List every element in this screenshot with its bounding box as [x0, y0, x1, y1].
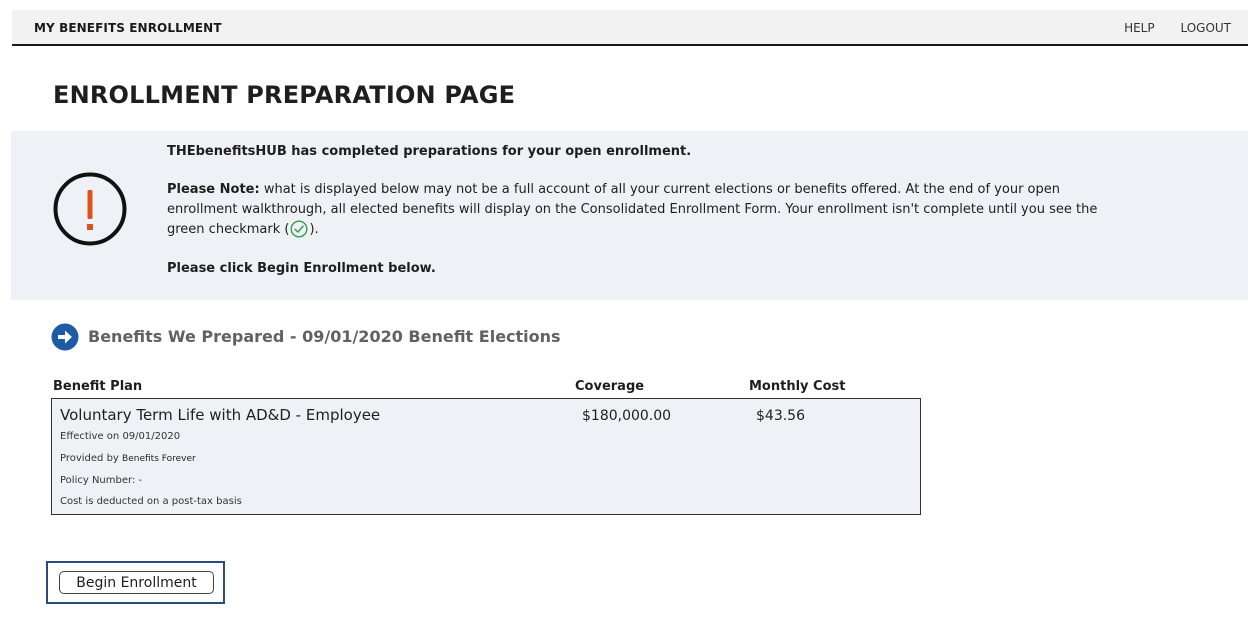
plan-monthly-cost: $43.56: [756, 408, 805, 424]
column-header-coverage: Coverage: [575, 379, 645, 394]
provider-name: Benefits Forever: [122, 454, 196, 464]
note-label: Please Note:: [167, 182, 260, 197]
column-header-benefit-plan: Benefit Plan: [53, 379, 143, 394]
notice-headline: THEbenefitsHUB has completed preparation…: [167, 144, 692, 159]
plan-name: Voluntary Term Life with AD&D - Employee: [60, 406, 381, 424]
app-title: MY BENEFITS ENROLLMENT: [34, 21, 222, 35]
warning-exclamation-icon: [53, 172, 127, 246]
benefit-plan-row: Voluntary Term Life with AD&D - Employee…: [51, 398, 921, 515]
note-suffix: ).: [309, 222, 319, 237]
top-bar: MY BENEFITS ENROLLMENT HELP LOGOUT: [12, 10, 1248, 46]
plan-provider: Provided by Benefits Forever: [60, 453, 196, 464]
section-title: Benefits We Prepared - 09/01/2020 Benefi…: [88, 327, 561, 346]
plan-effective-date: Effective on 09/01/2020: [60, 431, 181, 442]
page-title: ENROLLMENT PREPARATION PAGE: [53, 81, 516, 109]
help-link[interactable]: HELP: [1124, 21, 1155, 35]
arrow-right-circle-icon: [51, 323, 79, 351]
top-nav: HELP LOGOUT: [1102, 21, 1231, 35]
provided-by-label: Provided by: [60, 453, 119, 464]
notice-instruction: Please click Begin Enrollment below.: [167, 261, 436, 276]
page: MY BENEFITS ENROLLMENT HELP LOGOUT ENROL…: [0, 0, 1248, 628]
green-checkmark-icon: [290, 220, 308, 238]
plan-policy-number: Policy Number: -: [60, 475, 143, 486]
notice-panel: THEbenefitsHUB has completed preparation…: [11, 131, 1248, 300]
column-header-monthly-cost: Monthly Cost: [749, 379, 846, 394]
plan-tax-note: Cost is deducted on a post-tax basis: [60, 496, 242, 507]
plan-coverage: $180,000.00: [582, 408, 672, 424]
begin-enrollment-button[interactable]: Begin Enrollment: [59, 571, 214, 594]
begin-enrollment-focus-ring: Begin Enrollment: [46, 561, 225, 604]
notice-note: Please Note: what is displayed below may…: [167, 180, 1127, 240]
notice-text: THEbenefitsHUB has completed preparation…: [167, 142, 1127, 279]
logout-link[interactable]: LOGOUT: [1180, 21, 1231, 35]
